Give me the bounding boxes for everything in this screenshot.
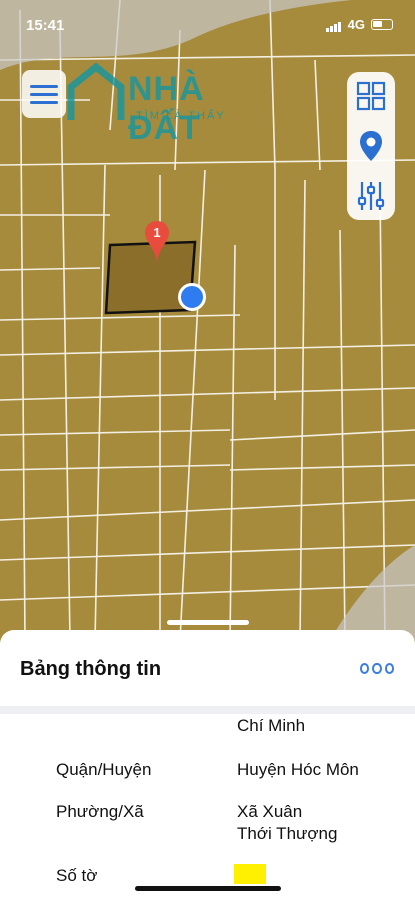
logo-text: NHÀ ĐẤT xyxy=(128,70,205,147)
location-pin-icon xyxy=(360,131,382,161)
divider xyxy=(0,706,415,714)
locate-button[interactable] xyxy=(347,122,395,170)
menu-button[interactable] xyxy=(22,70,66,118)
row-value-ward: Xã Xuân xyxy=(237,802,303,821)
layers-button[interactable] xyxy=(347,72,395,120)
current-location-dot xyxy=(178,283,206,311)
menu-icon xyxy=(30,85,58,88)
signal-icon xyxy=(325,17,342,32)
house-icon xyxy=(67,62,125,120)
row-value-district: Huyện Hóc Môn xyxy=(237,760,359,779)
map-tools xyxy=(347,72,395,220)
status-time: 15:41 xyxy=(26,17,65,34)
logo-tagline: TÌM LÀ THẤY xyxy=(136,110,226,122)
home-indicator[interactable] xyxy=(135,886,281,891)
highlight-value xyxy=(234,864,266,884)
map-marker[interactable]: 1 xyxy=(144,220,170,264)
row-value-city: Chí Minh xyxy=(237,716,306,735)
status-indicators: 4G xyxy=(325,17,393,32)
marker-label: 1 xyxy=(153,225,161,240)
filter-button[interactable] xyxy=(347,172,395,220)
network-label: 4G xyxy=(347,17,365,32)
sheet-title: Bảng thông tin xyxy=(20,658,162,680)
battery-icon xyxy=(371,19,393,30)
grid-icon xyxy=(356,81,386,111)
status-bar: 15:41 4G xyxy=(0,0,415,44)
row-label-sheet-number: Số tờ xyxy=(56,866,98,885)
row-label-district: Quận/Huyện xyxy=(56,760,152,779)
info-sheet: Bảng thông tin Chí Minh Quận/Huyện Huyện… xyxy=(0,630,415,900)
sheet-drag-handle[interactable] xyxy=(167,620,249,625)
sheet-header: Bảng thông tin xyxy=(0,630,415,710)
row-value-ward-line2: Thới Thượng xyxy=(237,824,338,843)
sliders-icon xyxy=(357,182,385,210)
more-options-icon[interactable] xyxy=(360,660,394,676)
logo: NHÀ ĐẤT TÌM LÀ THẤY xyxy=(66,62,256,147)
row-label-ward: Phường/Xã xyxy=(56,802,144,821)
